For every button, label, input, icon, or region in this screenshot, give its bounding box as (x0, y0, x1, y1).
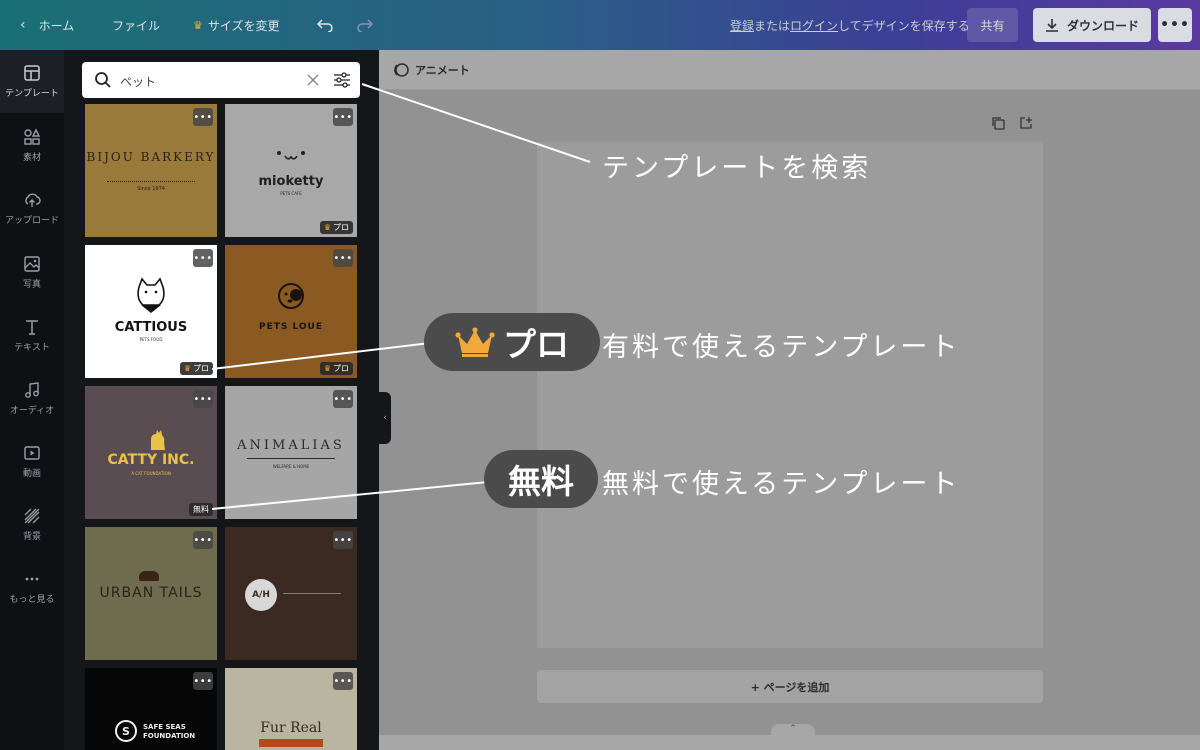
crown-icon (455, 327, 495, 357)
callout-line-search (361, 83, 591, 163)
callout-search-text: テンプレートを検索 (602, 153, 872, 184)
callout-line-free (211, 481, 489, 510)
callout-free-text: 無料で使えるテンプレート (602, 469, 961, 500)
free-callout-pill: 無料 (484, 450, 598, 508)
callout-pro-text: 有料で使えるテンプレート (602, 332, 961, 363)
pro-pill-label: プロ (503, 325, 569, 364)
callout-lines (211, 83, 591, 510)
callout-line-pro (211, 342, 431, 370)
pro-callout-pill: プロ (424, 313, 600, 371)
free-pill-label: 無料 (508, 462, 574, 501)
